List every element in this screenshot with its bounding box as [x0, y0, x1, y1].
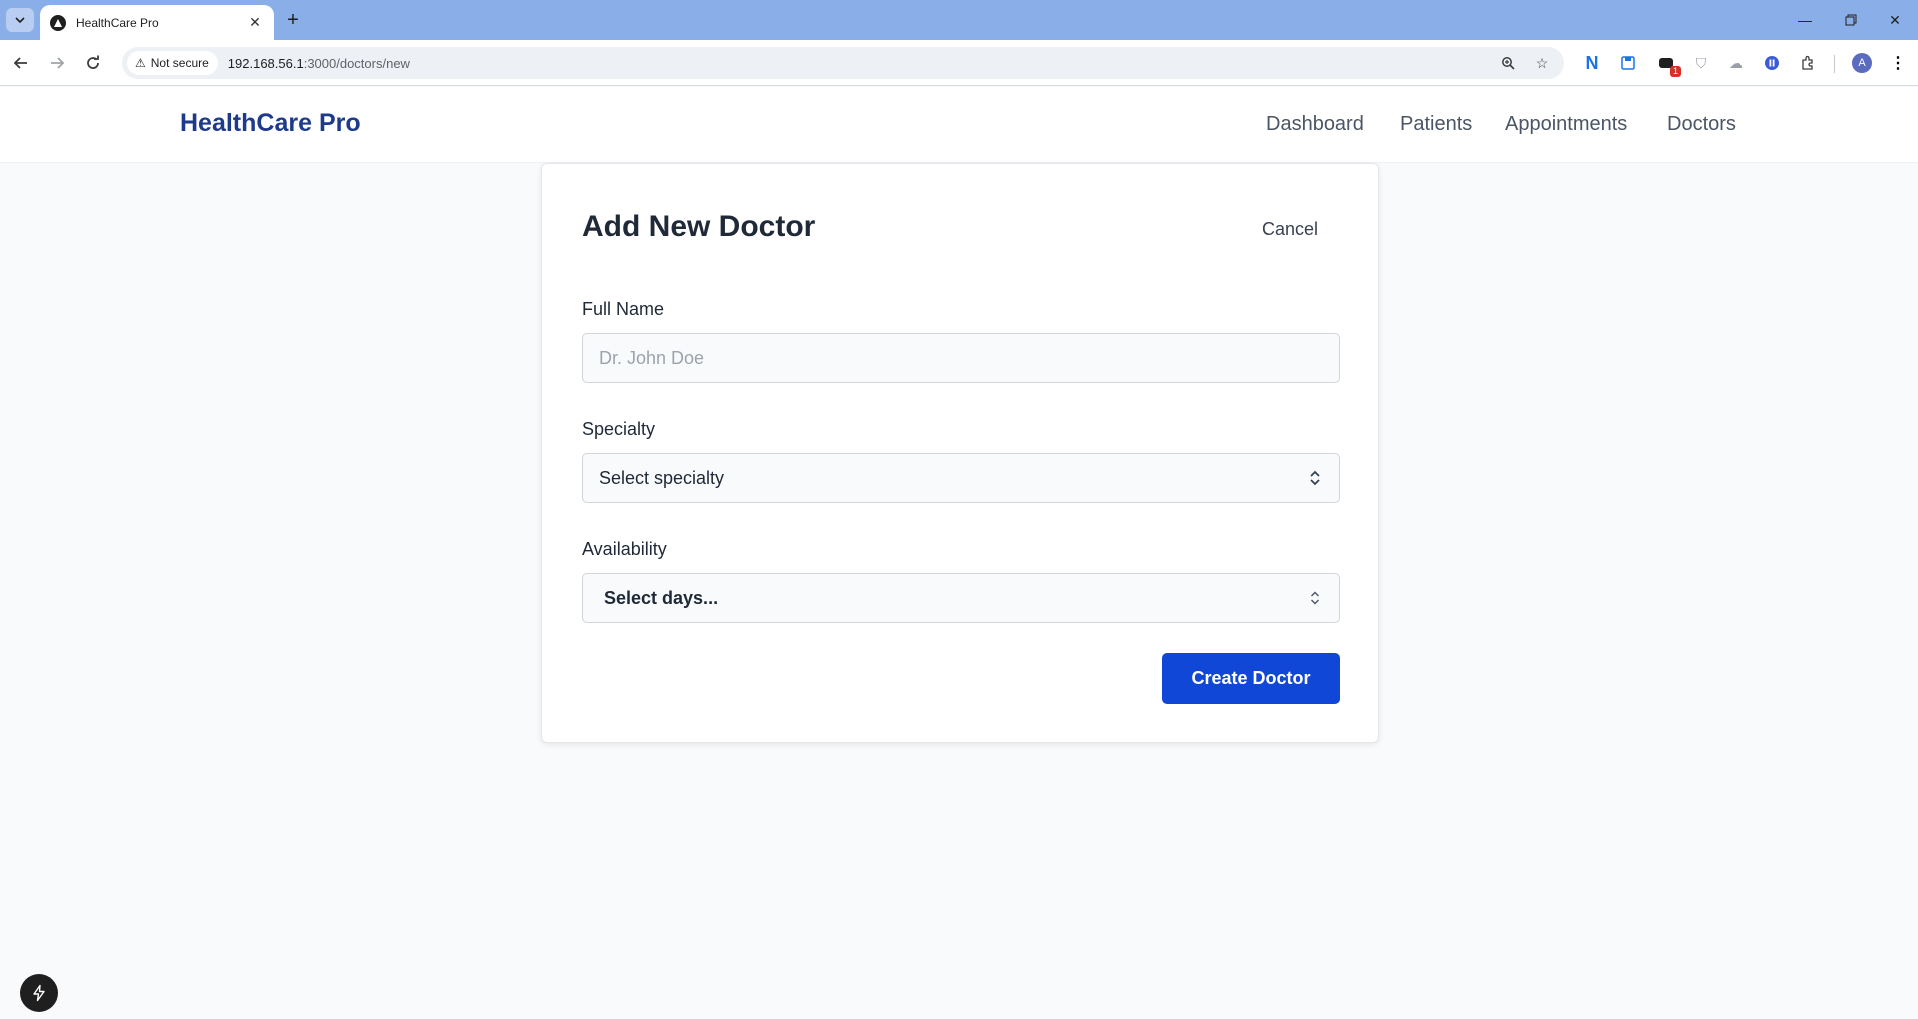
extension-badge: 1 — [1669, 66, 1681, 77]
puzzle-extensions-icon[interactable] — [1798, 53, 1818, 73]
profile-avatar[interactable]: A — [1852, 53, 1872, 73]
game-controller-extension-icon[interactable]: 1 — [1656, 53, 1681, 77]
triangle-logo-icon — [50, 14, 66, 31]
new-tab-button[interactable]: + — [282, 9, 304, 31]
address-bar[interactable]: ⚠ Not secure 192.168.56.1:3000/doctors/n… — [122, 47, 1564, 79]
kebab-menu-icon[interactable]: ⋮ — [1888, 53, 1908, 73]
cancel-button[interactable]: Cancel — [1262, 219, 1318, 240]
close-window-icon[interactable]: ✕ — [1872, 0, 1918, 40]
shield-extension-icon[interactable]: ⛉ — [1691, 53, 1711, 73]
specialty-selected-value: Select specialty — [599, 467, 725, 488]
reload-icon[interactable] — [80, 50, 106, 76]
nav-link-appointments[interactable]: Appointments — [1505, 113, 1627, 136]
minimize-icon[interactable]: — — [1782, 0, 1828, 40]
profile-initial: A — [1852, 53, 1872, 73]
nav-link-doctors[interactable]: Doctors — [1667, 113, 1736, 136]
chevron-up-down-icon — [1307, 587, 1323, 609]
cloud-extension-icon[interactable]: ☁ — [1726, 53, 1746, 73]
full-name-label: Full Name — [582, 299, 665, 319]
notion-extension-icon[interactable]: N — [1582, 53, 1602, 73]
availability-multiselect[interactable]: Select days... — [582, 573, 1340, 623]
browser-tab-active[interactable]: HealthCare Pro ✕ — [40, 5, 274, 40]
restore-icon[interactable] — [1828, 0, 1874, 40]
save-extension-icon[interactable] — [1618, 53, 1638, 73]
browser-toolbar: ⚠ Not secure 192.168.56.1:3000/doctors/n… — [0, 40, 1918, 86]
zoom-icon[interactable] — [1498, 53, 1518, 73]
bookmark-star-icon[interactable]: ☆ — [1532, 53, 1552, 73]
chevron-up-down-icon — [1307, 467, 1323, 489]
warning-triangle-icon: ⚠ — [135, 56, 146, 70]
chevron-down-icon — [15, 17, 25, 24]
dev-tools-button[interactable] — [20, 974, 58, 1012]
app-navbar: HealthCare Pro Dashboard Patients Appoin… — [0, 87, 1918, 163]
security-label: Not secure — [150, 56, 209, 70]
tab-search-button[interactable] — [6, 8, 34, 32]
add-doctor-form-card: Add New Doctor Cancel Full Name Specialt… — [541, 163, 1379, 743]
url-path: :3000/doctors/new — [303, 55, 410, 71]
forward-arrow-icon[interactable] — [44, 50, 70, 76]
full-name-input[interactable] — [582, 333, 1340, 383]
availability-label: Availability — [582, 539, 667, 559]
specialty-select[interactable]: Select specialty — [582, 453, 1340, 503]
url-host: 192.168.56.1 — [227, 55, 304, 71]
browser-tab-strip: HealthCare Pro ✕ + — ✕ — [0, 0, 1918, 40]
tab-title: HealthCare Pro — [76, 15, 159, 30]
brand-logo-text[interactable]: HealthCare Pro — [180, 109, 361, 138]
lightning-bolt-icon — [33, 984, 45, 1002]
nav-link-dashboard[interactable]: Dashboard — [1266, 113, 1364, 136]
back-arrow-icon[interactable] — [8, 50, 34, 76]
url-text: 192.168.56.1:3000/doctors/new — [228, 56, 410, 71]
create-doctor-button[interactable]: Create Doctor — [1162, 653, 1340, 704]
nav-link-patients[interactable]: Patients — [1400, 113, 1472, 136]
close-tab-icon[interactable]: ✕ — [246, 14, 264, 32]
toolbar-divider — [1834, 55, 1835, 73]
specialty-label: Specialty — [582, 419, 656, 439]
availability-selected-value: Select days... — [604, 587, 719, 608]
pause-extension-icon[interactable] — [1762, 53, 1782, 73]
page-title: Add New Doctor — [582, 210, 816, 243]
security-indicator[interactable]: ⚠ Not secure — [127, 51, 218, 75]
